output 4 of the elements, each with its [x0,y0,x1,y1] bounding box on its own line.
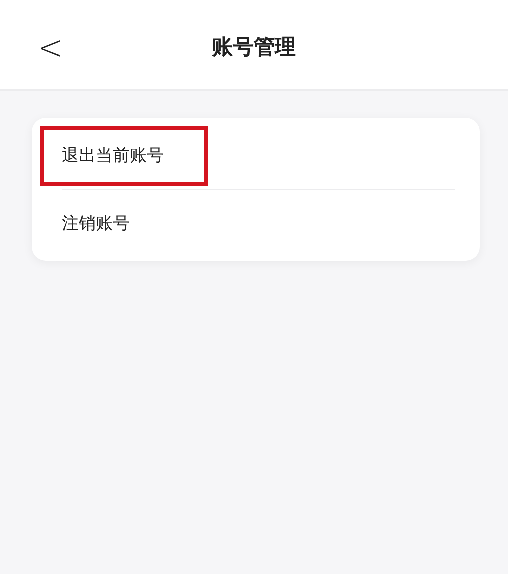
page-title: 账号管理 [212,34,296,60]
back-button[interactable]: < [34,32,68,66]
menu-item[interactable]: 退出当前账号 [40,126,208,186]
menu-item[interactable]: 注销账号 [40,194,208,254]
